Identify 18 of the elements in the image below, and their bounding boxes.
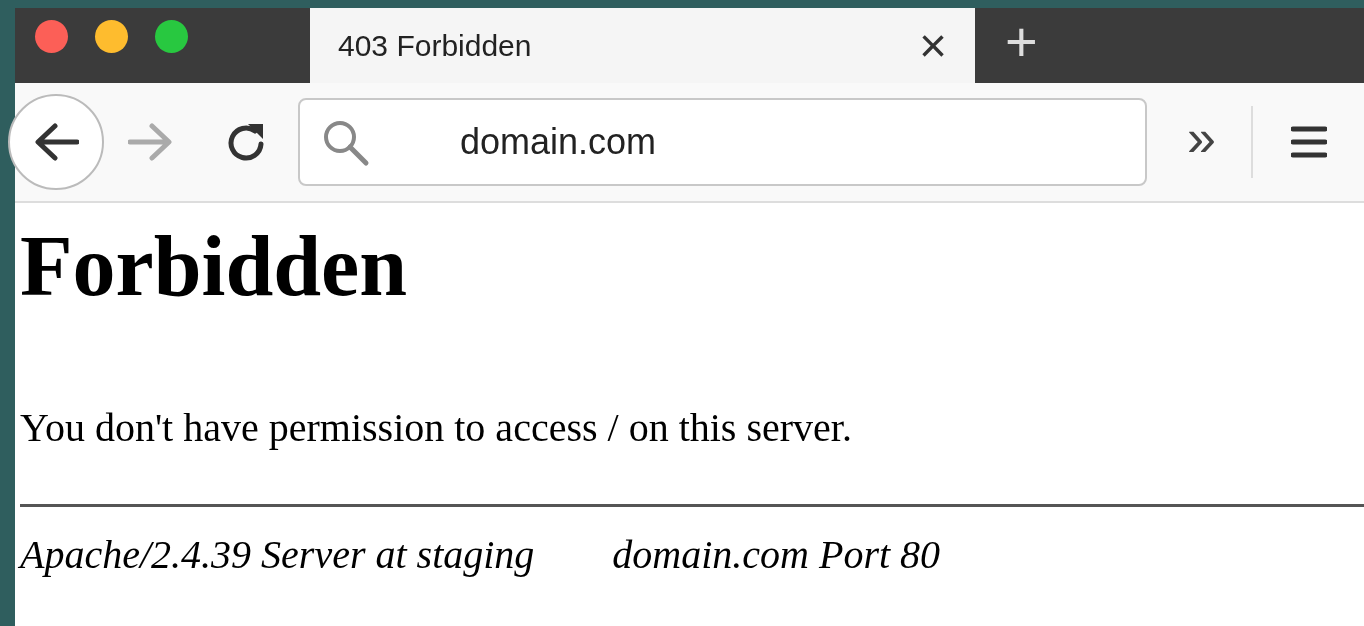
tab-title: 403 Forbidden <box>338 28 532 64</box>
close-window-button[interactable] <box>35 20 68 53</box>
overflow-button[interactable]: » <box>1187 112 1216 172</box>
url-text: domain.com <box>460 120 658 164</box>
forward-arrow-icon <box>128 122 174 162</box>
server-signature: domain.com Port 80 <box>612 530 941 579</box>
browser-tab[interactable]: 403 Forbidden × <box>310 8 975 83</box>
menu-icon <box>1290 125 1327 159</box>
page-heading: Forbidden <box>20 219 409 314</box>
server-signature: Apache/2.4.39 Server at staging <box>20 530 535 579</box>
minimize-window-button[interactable] <box>95 20 128 53</box>
close-tab-button[interactable]: × <box>918 21 947 70</box>
new-tab-button[interactable]: + <box>975 8 1038 83</box>
maximize-window-button[interactable] <box>155 20 188 53</box>
address-bar[interactable]: domain.com <box>298 98 1147 186</box>
menu-button[interactable] <box>1290 125 1327 159</box>
back-arrow-icon <box>33 122 79 162</box>
error-message: You don't have permission to access / on this server. <box>20 403 853 452</box>
